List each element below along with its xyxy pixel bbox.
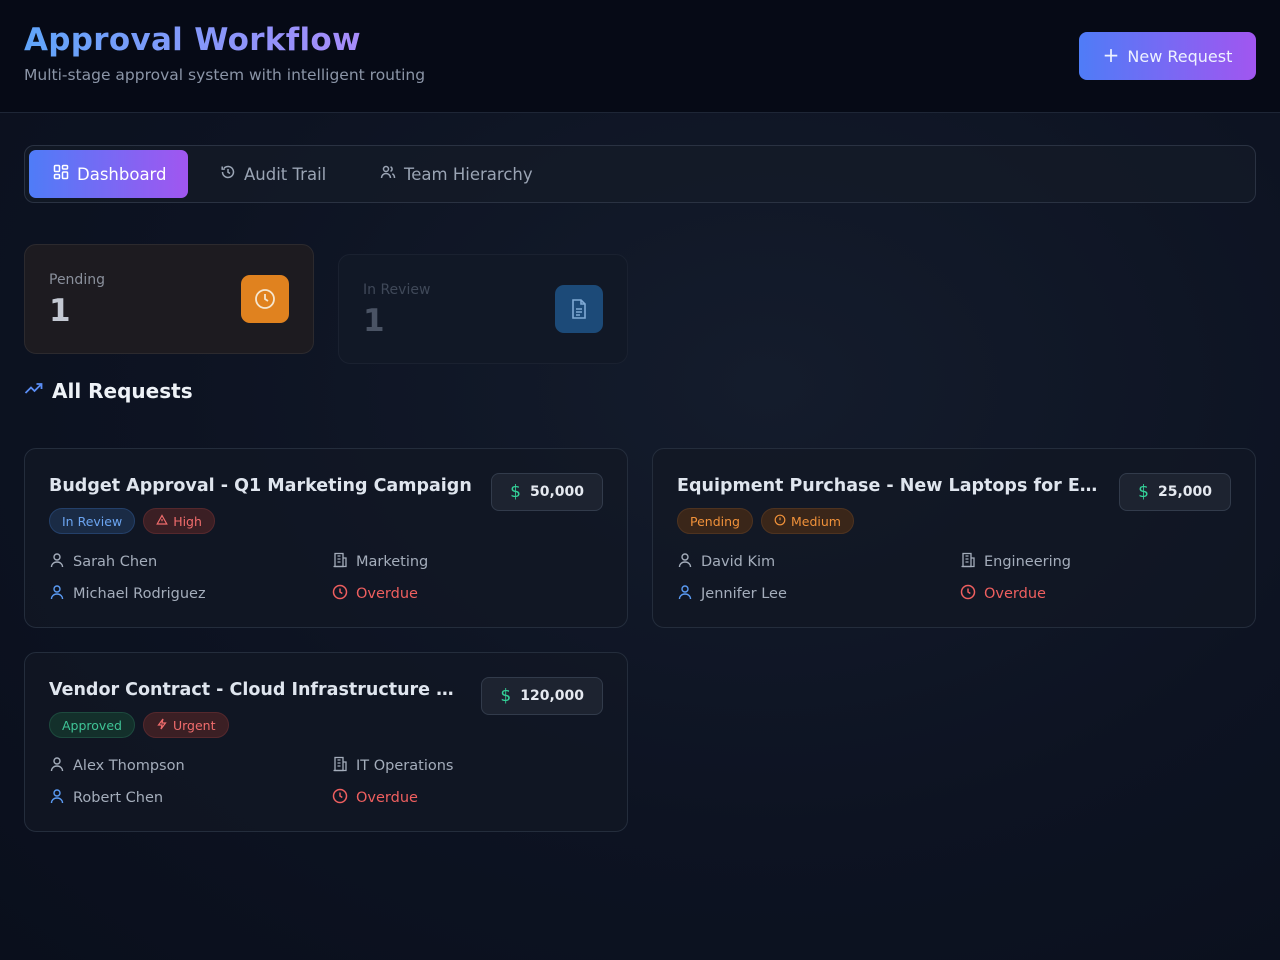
amount-value: 120,000 [520, 688, 584, 704]
alert-circle-icon [774, 514, 786, 529]
plus-icon: + [1102, 43, 1120, 67]
approver: Michael Rodriguez [49, 584, 206, 604]
approver-name: Jennifer Lee [701, 586, 787, 602]
tab-label: Dashboard [77, 164, 167, 184]
document-icon [555, 285, 603, 333]
new-request-button[interactable]: + New Request [1079, 32, 1256, 80]
requester: Sarah Chen [49, 552, 157, 572]
user-icon [49, 756, 65, 776]
due-text: Overdue [984, 586, 1046, 602]
tab-dashboard[interactable]: Dashboard [29, 150, 188, 198]
section-title-text: All Requests [52, 378, 193, 403]
approver-name: Michael Rodriguez [73, 586, 206, 602]
priority-text: Medium [790, 513, 841, 529]
status-badge: Pending [677, 508, 753, 534]
requester: Alex Thompson [49, 756, 185, 776]
user-icon [677, 552, 693, 572]
users-icon [380, 164, 396, 184]
building-icon [332, 552, 348, 572]
amount-value: 25,000 [1157, 484, 1212, 500]
due-text: Overdue [356, 790, 418, 806]
tab-bar: Dashboard Audit Trail Team Hierarchy [24, 145, 1256, 203]
history-icon [220, 164, 236, 184]
stat-value: 1 [363, 303, 385, 339]
priority-badge: Medium [760, 508, 854, 534]
page-title: Approval Workflow [24, 22, 361, 58]
department: Engineering [960, 552, 1071, 572]
priority-text: Urgent [172, 717, 216, 733]
clock-icon [241, 275, 289, 323]
requester-name: David Kim [701, 554, 776, 570]
clock-icon [960, 584, 976, 604]
clock-icon [332, 788, 348, 808]
building-icon [332, 756, 348, 776]
requester-name: Sarah Chen [73, 554, 158, 570]
due-status: Overdue [960, 584, 1046, 604]
requester-name: Alex Thompson [73, 758, 185, 774]
amount-badge: $ 120,000 [481, 677, 603, 715]
tab-team-hierarchy[interactable]: Team Hierarchy [356, 150, 557, 198]
stat-card-pending: Pending 1 [24, 244, 314, 354]
stat-card-in-review: In Review 1 [338, 254, 628, 364]
tab-audit-trail[interactable]: Audit Trail [196, 150, 350, 198]
user-icon [49, 584, 65, 604]
request-title: Vendor Contract - Cloud Infrastructure R… [49, 680, 467, 700]
status-text: Approved [62, 717, 122, 733]
request-title: Budget Approval - Q1 Marketing Campaign [49, 476, 472, 496]
request-card[interactable]: Vendor Contract - Cloud Infrastructure R… [24, 652, 628, 832]
zap-icon [156, 718, 168, 733]
dollar-icon: $ [1138, 482, 1149, 502]
warning-icon [156, 513, 169, 529]
requester: David Kim [677, 552, 775, 572]
building-icon [960, 552, 976, 572]
due-status: Overdue [332, 584, 418, 604]
approver: Jennifer Lee [677, 584, 787, 604]
status-text: Pending [690, 513, 740, 529]
priority-badge: High [143, 508, 215, 534]
due-status: Overdue [332, 788, 418, 808]
approver: Robert Chen [49, 788, 163, 808]
department: IT Operations [332, 756, 453, 776]
stat-label: Pending [49, 272, 105, 288]
trending-up-icon [24, 378, 44, 403]
user-icon [677, 584, 693, 604]
department-name: Marketing [356, 554, 429, 570]
stat-label: In Review [363, 282, 431, 298]
dollar-icon: $ [500, 686, 512, 706]
status-text: In Review [62, 513, 123, 529]
department-name: Engineering [984, 554, 1071, 570]
priority-badge: Urgent [142, 712, 229, 738]
approver-name: Robert Chen [73, 790, 164, 806]
department-name: IT Operations [356, 758, 454, 774]
dollar-icon: $ [510, 482, 521, 502]
page-subtitle: Multi-stage approval system with intelli… [24, 66, 426, 84]
request-card[interactable]: Equipment Purchase - New Laptops for Eng… [652, 448, 1256, 628]
tab-label: Audit Trail [244, 164, 327, 184]
new-request-label: New Request [1127, 46, 1233, 66]
dashboard-icon [53, 164, 69, 184]
status-badge: In Review [49, 508, 136, 534]
section-title: All Requests [24, 378, 193, 403]
department: Marketing [332, 552, 428, 572]
user-icon [49, 552, 65, 572]
request-card[interactable]: Budget Approval - Q1 Marketing Campaign … [24, 448, 628, 628]
stat-value: 1 [49, 293, 71, 329]
tab-label: Team Hierarchy [404, 164, 533, 184]
amount-badge: $ 50,000 [491, 473, 603, 511]
due-text: Overdue [356, 586, 418, 602]
user-icon [49, 788, 65, 808]
amount-badge: $ 25,000 [1119, 473, 1231, 511]
request-title: Equipment Purchase - New Laptops for Eng… [677, 476, 1101, 496]
amount-value: 50,000 [529, 484, 584, 500]
status-badge: Approved [49, 712, 135, 738]
app-header: Approval Workflow Multi-stage approval s… [0, 0, 1280, 113]
priority-text: High [173, 513, 202, 529]
clock-icon [332, 584, 348, 604]
